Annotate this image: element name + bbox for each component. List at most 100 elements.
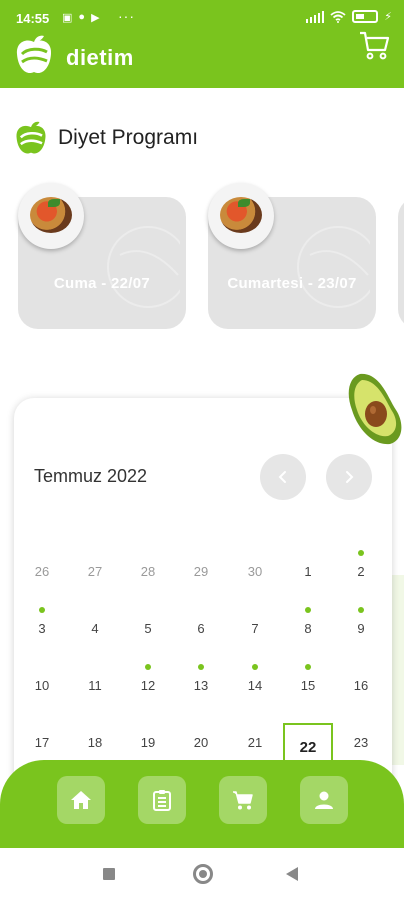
calendar-month-label: Temmuz 2022 bbox=[34, 466, 148, 486]
calendar-card: Temmuz 2022 26 27 28 29 30 1 2 3 4 5 6 7 8 9 10 11 12 13 1… bbox=[14, 398, 392, 818]
calendar-day[interactable]: 23 bbox=[336, 721, 386, 761]
calendar-day-number: 22 bbox=[299, 739, 317, 756]
calendar-day-number: 15 bbox=[300, 678, 316, 693]
calendar-day[interactable]: 9 bbox=[336, 607, 386, 647]
calendar-day[interactable]: 14 bbox=[230, 664, 280, 704]
card-watermark bbox=[107, 226, 180, 308]
calendar-day-number: 12 bbox=[140, 678, 156, 693]
calendar-day[interactable]: 6 bbox=[176, 607, 226, 647]
calendar-day-number: 19 bbox=[140, 735, 156, 750]
calendar-day-number: 6 bbox=[197, 621, 205, 636]
sim-icon: ▣ bbox=[62, 12, 73, 24]
calendar-day-number: 20 bbox=[193, 735, 209, 750]
day-card-label: Cuma - 22/07 bbox=[53, 275, 151, 292]
calendar-day[interactable]: 7 bbox=[230, 607, 280, 647]
calendar-day-number: 1 bbox=[304, 564, 312, 579]
day-card[interactable]: Cuma - 22/07 bbox=[18, 183, 186, 329]
event-dot bbox=[305, 664, 311, 670]
calendar-day-number: 26 bbox=[34, 564, 50, 579]
event-dot bbox=[358, 607, 364, 613]
whatsapp-icon: ● bbox=[78, 11, 86, 23]
brand-name: dietim bbox=[66, 45, 134, 70]
chevron-right-icon bbox=[346, 471, 354, 483]
calendar-day[interactable]: 26 bbox=[17, 550, 67, 590]
day-card[interactable]: Cumartesi - 23/07 bbox=[208, 183, 376, 329]
calendar-day-number: 28 bbox=[140, 564, 156, 579]
calendar-day[interactable]: 5 bbox=[123, 607, 173, 647]
food-plate-image bbox=[18, 183, 84, 249]
calendar-day[interactable]: 17 bbox=[17, 721, 67, 761]
calendar-next-button[interactable] bbox=[326, 454, 372, 500]
calendar-day[interactable]: 1 bbox=[283, 550, 333, 590]
calendar-day[interactable]: 8 bbox=[283, 607, 333, 647]
chevron-left-icon bbox=[278, 471, 286, 483]
user-icon bbox=[315, 791, 333, 809]
calendar-day-number: 11 bbox=[88, 678, 102, 693]
food-plate-image bbox=[208, 183, 274, 249]
calendar-day-number: 4 bbox=[91, 621, 99, 636]
clipboard-icon bbox=[153, 790, 171, 811]
calendar-day-number: 21 bbox=[247, 735, 263, 750]
calendar-day-number: 5 bbox=[144, 621, 152, 636]
calendar-day[interactable]: 20 bbox=[176, 721, 226, 761]
calendar-day[interactable]: 2 bbox=[336, 550, 386, 590]
back-icon[interactable] bbox=[286, 867, 298, 881]
calendar-prev-button[interactable] bbox=[260, 454, 306, 500]
event-dot bbox=[305, 607, 311, 613]
calendar-day-number: 10 bbox=[34, 678, 50, 693]
signal-icon bbox=[306, 10, 325, 23]
status-notification-icons: ▣ ● ▶ bbox=[62, 11, 100, 24]
calendar-day[interactable]: 29 bbox=[176, 550, 226, 590]
calendar-day[interactable]: 27 bbox=[70, 550, 120, 590]
day-card-label: Cumartesi - 23/07 bbox=[227, 275, 357, 292]
more-dots-icon: ··· bbox=[118, 8, 135, 24]
event-dot bbox=[252, 664, 258, 670]
calendar-day[interactable]: 13 bbox=[176, 664, 226, 704]
calendar-day[interactable]: 12 bbox=[123, 664, 173, 704]
recents-icon[interactable] bbox=[103, 868, 115, 880]
calendar-day-number: 7 bbox=[251, 621, 259, 636]
apple-logo-icon bbox=[16, 35, 52, 74]
status-time: 14:55 bbox=[16, 11, 50, 26]
calendar-day[interactable]: 11 bbox=[70, 664, 120, 704]
calendar-day-number: 18 bbox=[87, 735, 103, 750]
wifi-icon bbox=[330, 10, 346, 23]
calendar-day-number: 14 bbox=[247, 678, 263, 693]
calendar-day[interactable]: 21 bbox=[230, 721, 280, 761]
calendar-day-number: 29 bbox=[193, 564, 209, 579]
calendar-day[interactable]: 30 bbox=[230, 550, 280, 590]
calendar-day-number: 17 bbox=[34, 735, 50, 750]
cart-icon[interactable] bbox=[358, 30, 390, 60]
nav-program-button[interactable] bbox=[138, 776, 186, 824]
day-card-peek[interactable] bbox=[398, 197, 404, 329]
play-icon: ▶ bbox=[91, 12, 100, 24]
status-system-icons: ⚡ bbox=[306, 10, 392, 23]
nav-home-button[interactable] bbox=[57, 776, 105, 824]
calendar-day-number: 13 bbox=[193, 678, 209, 693]
calendar-day[interactable]: 28 bbox=[123, 550, 173, 590]
calendar-day-number: 9 bbox=[357, 621, 365, 636]
calendar-day-number: 27 bbox=[87, 564, 103, 579]
battery-icon bbox=[352, 10, 379, 23]
home-circle-icon[interactable] bbox=[193, 864, 213, 884]
calendar-day[interactable]: 16 bbox=[336, 664, 386, 704]
calendar-day-number: 2 bbox=[357, 564, 365, 579]
event-dot bbox=[198, 664, 204, 670]
section-apple-icon bbox=[16, 121, 46, 154]
nav-cart-button[interactable] bbox=[219, 776, 267, 824]
app-screen: 14:55 ▣ ● ▶ ··· ⚡ dietim Diyet Programı … bbox=[0, 0, 404, 900]
event-dot bbox=[358, 550, 364, 556]
charging-icon: ⚡ bbox=[384, 11, 392, 23]
calendar-day[interactable]: 3 bbox=[17, 607, 67, 647]
event-dot bbox=[145, 664, 151, 670]
nav-profile-button[interactable] bbox=[300, 776, 348, 824]
avocado-decoration bbox=[348, 373, 402, 445]
calendar-day[interactable]: 10 bbox=[17, 664, 67, 704]
calendar-day[interactable]: 15 bbox=[283, 664, 333, 704]
calendar-day[interactable]: 19 bbox=[123, 721, 173, 761]
card-watermark bbox=[297, 226, 370, 308]
section-title: Diyet Programı bbox=[58, 126, 199, 149]
calendar-day[interactable]: 4 bbox=[70, 607, 120, 647]
calendar-day-number: 16 bbox=[353, 678, 369, 693]
calendar-day[interactable]: 18 bbox=[70, 721, 120, 761]
